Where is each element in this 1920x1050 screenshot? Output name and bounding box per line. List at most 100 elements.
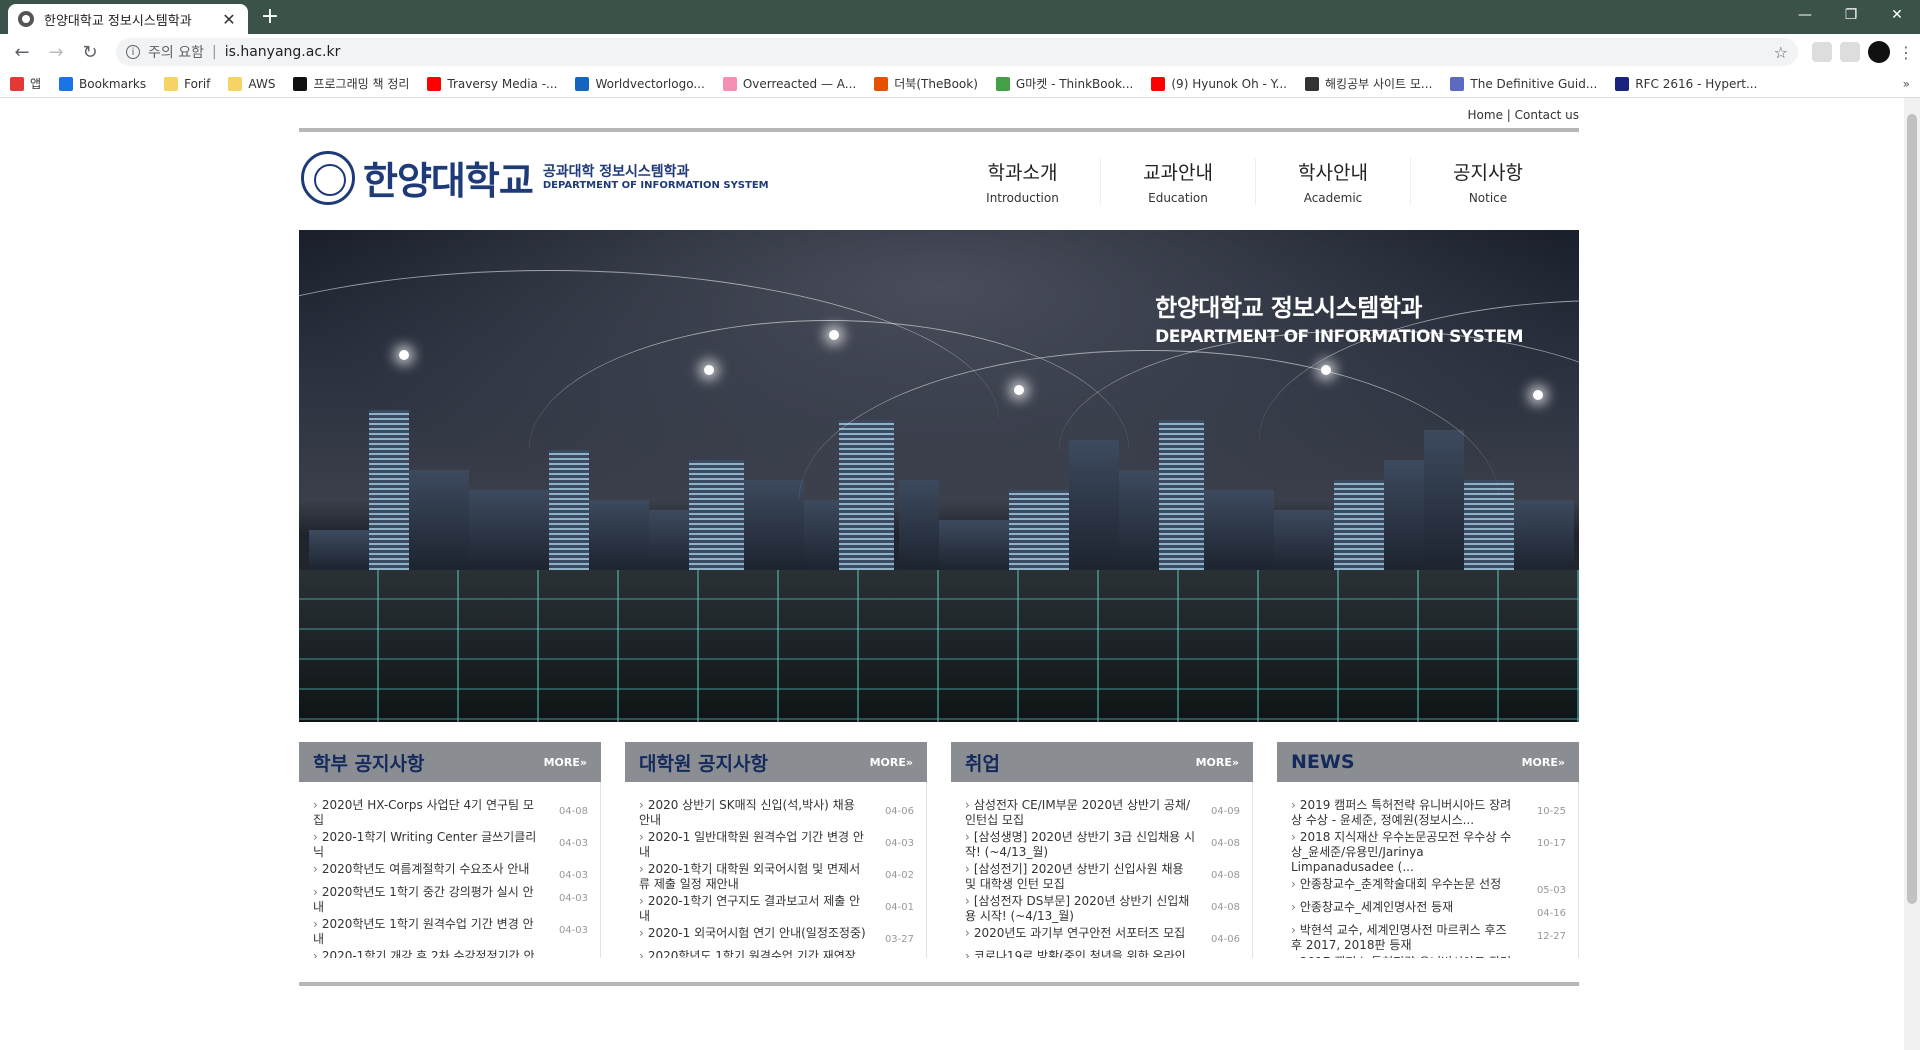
post-title-link[interactable]: 2020년 HX-Corps 사업단 4기 연구팀 모집 <box>313 798 543 828</box>
list-item[interactable]: 2020-1학기 대학원 외국어시험 및 면제서류 제출 일정 재안내 04-02 <box>639 862 914 892</box>
post-title-link[interactable]: 박현석 교수, 세계인명사전 마르퀴스 후즈 후 2017, 2018판 등재 <box>1291 923 1521 953</box>
list-item[interactable]: 2020학년도 1학기 원격수업 기간 변경 안내 04-03 <box>313 917 588 947</box>
tab-close-icon[interactable]: ✕ <box>220 10 238 29</box>
post-title-link[interactable]: [삼성전기] 2020년 상반기 신입사원 채용 및 대학생 인턴 모집 <box>965 862 1195 892</box>
list-item[interactable]: 2017 캠퍼스 특허전략 유니버시아드 장려상 수상 - 유용민, 김용민 (… <box>1291 955 1566 958</box>
post-title-link[interactable]: 2020년도 과기부 연구안전 서포터즈 모집 <box>965 926 1195 947</box>
list-item[interactable]: 2020년 HX-Corps 사업단 4기 연구팀 모집 04-08 <box>313 798 588 828</box>
bookmarks-overflow-button[interactable]: » <box>1903 77 1910 91</box>
list-item[interactable]: 2020학년도 1학기 중간 강의평가 실시 안내 04-03 <box>313 885 588 915</box>
minimize-button[interactable]: — <box>1782 0 1828 30</box>
list-item[interactable]: 2020-1학기 연구지도 결과보고서 제출 안내 04-01 <box>639 894 914 924</box>
post-title-link[interactable]: 2020-1학기 대학원 외국어시험 및 면제서류 제출 일정 재안내 <box>639 862 869 892</box>
forward-button[interactable]: → <box>42 38 70 66</box>
list-item[interactable]: 삼성전자 CE/IM부문 2020년 상반기 공채/인턴십 모집 04-09 <box>965 798 1240 828</box>
board-title[interactable]: 취업 <box>965 749 1000 776</box>
bookmark-item[interactable]: AWS <box>228 76 275 91</box>
bookmark-item[interactable]: 더북(TheBook) <box>874 75 978 92</box>
list-item[interactable]: 2020 상반기 SK매직 신입(석,박사) 채용 안내 04-06 <box>639 798 914 828</box>
site-logo[interactable]: 한양대학교 공과대학 정보시스템학과 DEPARTMENT OF INFORMA… <box>301 150 769 205</box>
post-title-link[interactable]: 2020-1학기 연구지도 결과보고서 제출 안내 <box>639 894 869 924</box>
bookmark-item[interactable]: 프로그래밍 책 정리 <box>293 75 409 92</box>
more-button[interactable]: MORE» <box>1522 756 1565 769</box>
university-emblem-icon <box>301 150 355 205</box>
post-title-link[interactable]: 2018 지식재산 우수논문공모전 우수상 수상_윤세준/유용민/Jarinya… <box>1291 830 1521 875</box>
cast-icon[interactable] <box>1812 42 1832 62</box>
page-scrollbar[interactable] <box>1904 98 1920 1050</box>
list-item[interactable]: 2019 캠퍼스 특허전략 유니버시아드 장려상 수상 - 윤세준, 정예원(정… <box>1291 798 1566 828</box>
post-title-link[interactable]: 삼성전자 CE/IM부문 2020년 상반기 공채/인턴십 모집 <box>965 798 1195 828</box>
list-item[interactable]: 박현석 교수, 세계인명사전 마르퀴스 후즈 후 2017, 2018판 등재 1… <box>1291 923 1566 953</box>
more-button[interactable]: MORE» <box>870 756 913 769</box>
bookmark-item[interactable]: Overreacted — A... <box>722 76 857 91</box>
post-title-link[interactable]: 안종창교수_춘계학술대회 우수논문 선정 <box>1291 877 1521 898</box>
bookmark-item[interactable]: Traversy Media -... <box>427 76 557 91</box>
url-text[interactable]: is.hanyang.ac.kr <box>225 44 1774 60</box>
nav-item-introduction[interactable]: 학과소개 Introduction <box>945 158 1100 205</box>
list-item[interactable]: 안종창교수_춘계학술대회 우수논문 선정 05-03 <box>1291 877 1566 898</box>
post-title-link[interactable]: 2017 캠퍼스 특허전략 유니버시아드 장려상 수상 - 유용민, 김용민 (… <box>1291 955 1521 958</box>
bookmark-item[interactable]: G마켓 - ThinkBook... <box>995 75 1133 92</box>
bookmark-item[interactable]: 해킹공부 사이트 모... <box>1304 75 1432 92</box>
list-item[interactable]: 2020-1학기 개강 후 2차 수강정정기간 안내 04-01 <box>313 949 588 958</box>
list-item[interactable]: 안종창교수_세계인명사전 등재 04-16 <box>1291 900 1566 921</box>
profile-avatar[interactable] <box>1868 41 1890 63</box>
post-title-link[interactable]: 2020 상반기 SK매직 신입(석,박사) 채용 안내 <box>639 798 869 828</box>
close-window-button[interactable]: ✕ <box>1874 0 1920 30</box>
board-title[interactable]: NEWS <box>1291 751 1355 773</box>
kebab-menu-icon[interactable]: ⋮ <box>1898 43 1914 62</box>
bookmark-item[interactable]: Bookmarks <box>59 76 146 91</box>
post-title-link[interactable]: 2020학년도 1학기 원격수업 기간 변경 안내 <box>313 917 543 947</box>
extension-icon[interactable] <box>1840 42 1860 62</box>
list-item[interactable]: 2020년도 과기부 연구안전 서포터즈 모집 04-06 <box>965 926 1240 947</box>
bookmark-item[interactable]: Worldvectorlogo... <box>575 76 705 91</box>
post-title-link[interactable]: 2020-1 외국어시험 연기 안내(일정조정중) <box>639 926 869 947</box>
home-link[interactable]: Home <box>1468 108 1503 122</box>
post-title-link[interactable]: 2020-1학기 Writing Center 글쓰기클리닉 <box>313 830 543 860</box>
contact-link[interactable]: Contact us <box>1515 108 1579 122</box>
list-item[interactable]: 2020학년도 1학기 원격수업 기간 재연장 안내 03-26 <box>639 949 914 958</box>
bookmark-item[interactable]: 앱 <box>10 75 41 92</box>
list-item[interactable]: [삼성생명] 2020년 상반기 3급 신입채용 시작! (~4/13_월) 04… <box>965 830 1240 860</box>
nav-item-notice[interactable]: 공지사항 Notice <box>1410 158 1565 205</box>
post-title-link[interactable]: [삼성생명] 2020년 상반기 3급 신입채용 시작! (~4/13_월) <box>965 830 1195 860</box>
post-title-link[interactable]: 코로나19로 방황(중인 청년을 위한 온라인 직무 멘토링, '내... <box>965 949 1195 958</box>
list-item[interactable]: 2020학년도 여름계절학기 수요조사 안내 04-03 <box>313 862 588 883</box>
list-item[interactable]: 코로나19로 방황(중인 청년을 위한 온라인 직무 멘토링, '내... 04-… <box>965 949 1240 958</box>
list-item[interactable]: [삼성전자 DS부문] 2020년 상반기 신입채용 시작! (~4/13_월)… <box>965 894 1240 924</box>
list-item[interactable]: 2020-1학기 Writing Center 글쓰기클리닉 04-03 <box>313 830 588 860</box>
more-button[interactable]: MORE» <box>1196 756 1239 769</box>
bookmark-label: Overreacted — A... <box>742 76 857 91</box>
post-title-link[interactable]: 2019 캠퍼스 특허전략 유니버시아드 장려상 수상 - 윤세준, 정예원(정… <box>1291 798 1521 828</box>
scrollbar-thumb[interactable] <box>1907 114 1917 904</box>
reload-button[interactable]: ↻ <box>76 38 104 66</box>
post-title-link[interactable]: 2020-1학기 개강 후 2차 수강정정기간 안내 <box>313 949 543 958</box>
list-item[interactable]: 2020-1 일반대학원 원격수업 기간 변경 안내 04-03 <box>639 830 914 860</box>
back-button[interactable]: ← <box>8 38 36 66</box>
more-button[interactable]: MORE» <box>544 756 587 769</box>
browser-tab[interactable]: 한양대학교 정보시스템학과 ✕ <box>8 4 248 34</box>
post-title-link[interactable]: 2020학년도 1학기 중간 강의평가 실시 안내 <box>313 885 543 915</box>
board-title[interactable]: 대학원 공지사항 <box>639 749 768 776</box>
bookmark-item[interactable]: The Definitive Guid... <box>1450 76 1597 91</box>
new-tab-button[interactable]: + <box>258 4 282 30</box>
address-bar[interactable]: i 주의 요함 | is.hanyang.ac.kr ☆ <box>116 38 1798 66</box>
post-title-link[interactable]: 2020학년도 1학기 원격수업 기간 재연장 안내 <box>639 949 869 958</box>
list-item[interactable]: [삼성전기] 2020년 상반기 신입사원 채용 및 대학생 인턴 모집 04-0… <box>965 862 1240 892</box>
info-icon[interactable]: i <box>126 45 140 59</box>
post-title-link[interactable]: 2020-1 일반대학원 원격수업 기간 변경 안내 <box>639 830 869 860</box>
list-item[interactable]: 2018 지식재산 우수논문공모전 우수상 수상_윤세준/유용민/Jarinya… <box>1291 830 1566 875</box>
board-title[interactable]: 학부 공지사항 <box>313 749 425 776</box>
bookmark-star-icon[interactable]: ☆ <box>1774 43 1788 62</box>
post-date: 04-01 <box>884 902 914 913</box>
restore-button[interactable]: ❐ <box>1828 0 1874 30</box>
post-title-link[interactable]: 2020학년도 여름계절학기 수요조사 안내 <box>313 862 543 883</box>
nav-item-academic[interactable]: 학사안내 Academic <box>1255 158 1410 205</box>
list-item[interactable]: 2020-1 외국어시험 연기 안내(일정조정중) 03-27 <box>639 926 914 947</box>
post-title-link[interactable]: [삼성전자 DS부문] 2020년 상반기 신입채용 시작! (~4/13_월) <box>965 894 1195 924</box>
post-title-link[interactable]: 안종창교수_세계인명사전 등재 <box>1291 900 1521 921</box>
bookmark-item[interactable]: Forif <box>164 76 210 91</box>
bookmark-item[interactable]: (9) Hyunok Oh - Y... <box>1151 76 1287 91</box>
bookmark-item[interactable]: RFC 2616 - Hypert... <box>1615 76 1757 91</box>
nav-item-education[interactable]: 교과안내 Education <box>1100 158 1255 205</box>
